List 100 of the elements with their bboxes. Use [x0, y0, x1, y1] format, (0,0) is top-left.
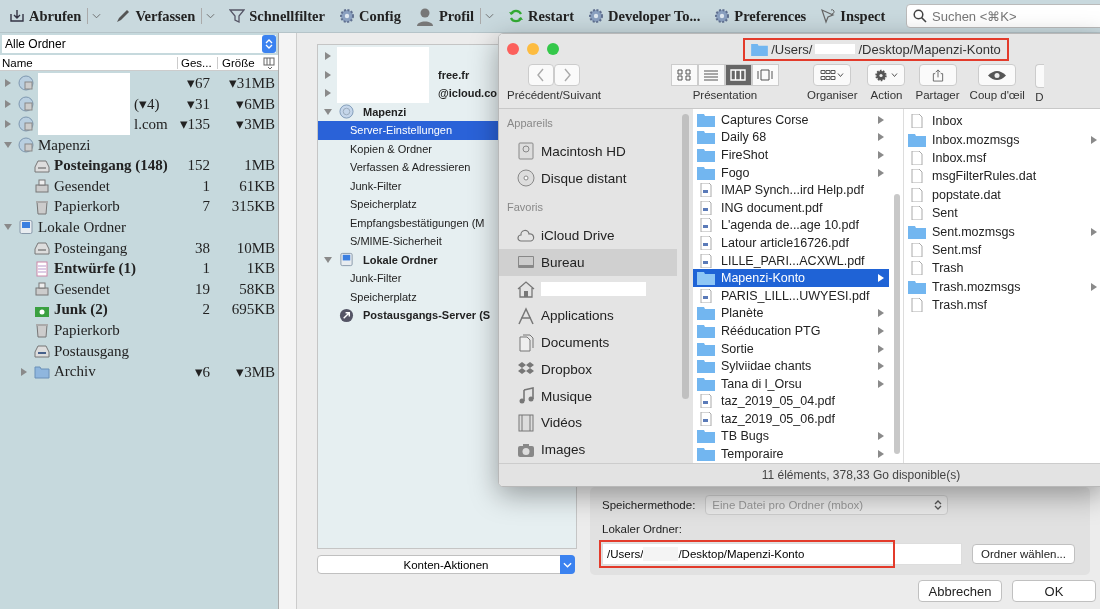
file-item[interactable]: Planète — [693, 304, 889, 323]
folder-size: ▾31MB — [227, 74, 276, 93]
toolbar-label: Action — [870, 89, 903, 101]
folder-name[interactable]: Papierkorb — [54, 198, 120, 216]
file-item[interactable]: FireShot — [693, 146, 889, 164]
toolbar-button[interactable]: Schnellfilter — [224, 7, 330, 25]
toolbar-button[interactable]: Abrufen — [4, 7, 107, 25]
folder-name[interactable]: l.com — [134, 116, 168, 133]
file-item[interactable]: Trash.msf — [904, 295, 1100, 315]
file-item[interactable]: Temporaire — [693, 445, 889, 463]
file-item[interactable]: Latour article16726.pdf — [693, 234, 889, 252]
file-item[interactable]: Captures Corse — [693, 111, 889, 129]
column-header[interactable]: Name — [0, 56, 177, 69]
file-item[interactable]: Inbox — [904, 112, 1100, 131]
file-item[interactable]: Inbox.msf — [904, 148, 1100, 168]
file-item[interactable]: Sent.mozmsgs — [904, 222, 1100, 241]
file-item[interactable]: Rééducation PTG — [693, 322, 889, 340]
toolbar-label: Présentation — [692, 89, 758, 101]
file-item[interactable]: Daily 68 — [693, 128, 889, 147]
toolbar-button[interactable]: Profil — [409, 6, 500, 26]
total-count: ▾31 — [186, 94, 210, 113]
folder-size: ▾6MB — [235, 94, 276, 113]
total-count: 1 — [201, 177, 210, 195]
file-item[interactable]: Mapenzi-Konto — [693, 269, 889, 287]
folder-name[interactable]: Postausgang — [54, 342, 129, 360]
folder-name[interactable]: (▾4) — [134, 94, 160, 113]
folder-size: 1KB — [245, 260, 276, 278]
sidebar-item[interactable]: Disque distant — [499, 164, 677, 192]
file-item[interactable]: Sent.msf — [904, 240, 1100, 260]
file-item[interactable]: Trash — [904, 259, 1100, 278]
sidebar-item[interactable]: Macintosh HD — [499, 137, 677, 165]
folder-name[interactable]: Posteingang (148) — [54, 157, 168, 175]
account-tree-item[interactable]: free.fr — [318, 65, 576, 84]
sidebar-item[interactable]: Vidéos — [499, 409, 677, 437]
total-count: 1 — [201, 260, 210, 278]
sidebar-heading: Favoris — [507, 201, 545, 216]
file-item[interactable]: msgFilterRules.dat — [904, 167, 1100, 186]
file-item[interactable]: Trash.mozmsgs — [904, 277, 1100, 296]
file-item[interactable]: taz_2019_05_04.pdf — [693, 392, 889, 411]
file-item[interactable]: Tana di l_Orsu — [693, 374, 889, 393]
toolbar-label: Partager — [915, 89, 960, 101]
sidebar-item[interactable]: Applications — [499, 302, 677, 330]
sidebar-item[interactable]: Dropbox — [499, 356, 677, 383]
folder-name[interactable]: Papierkorb — [54, 321, 120, 339]
sidebar-item[interactable]: iCloud Drive — [499, 222, 677, 250]
folder-size: ▾3MB — [235, 362, 276, 381]
toolbar-button[interactable]: Config — [334, 7, 406, 25]
total-count: 38 — [194, 239, 210, 257]
file-item[interactable]: ING document.pdf — [693, 198, 889, 217]
dialog-button[interactable]: OK — [1012, 580, 1096, 602]
toolbar-label: Organiser — [807, 89, 858, 101]
total-count: ▾6 — [193, 362, 210, 381]
folder-name[interactable]: Archiv — [54, 363, 96, 381]
search-field[interactable]: Suchen <⌘K> — [906, 4, 1100, 28]
file-item[interactable]: Inbox.mozmsgs — [904, 130, 1100, 149]
path-field[interactable]: /Users/ /Desktop/Mapenzi-Konto — [602, 543, 962, 565]
file-item[interactable]: TB Bugs — [693, 427, 889, 446]
total-count: ▾67 — [186, 74, 210, 93]
file-item[interactable]: IMAP Synch...ird Help.pdf — [693, 181, 889, 199]
sidebar-item[interactable]: Bureau — [499, 249, 677, 276]
dialog-button[interactable]: Abbrechen — [918, 580, 1002, 602]
toolbar-button[interactable]: Restart — [503, 7, 579, 25]
folder-name[interactable]: Entwürfe (1) — [54, 260, 137, 278]
folder-size: 695KB — [230, 301, 276, 319]
file-item[interactable]: Fogo — [693, 163, 889, 182]
toolbar-label: D — [1035, 91, 1044, 103]
file-item[interactable]: Sylviidae chants — [693, 357, 889, 375]
toolbar-label: Précédent/Suivant — [507, 89, 601, 101]
sidebar-item[interactable]: Documents — [499, 329, 677, 357]
file-item[interactable]: taz_2019_05_06.pdf — [693, 410, 889, 428]
file-item[interactable]: L'agenda de...age 10.pdf — [693, 216, 889, 235]
file-item[interactable]: Sortie — [693, 339, 889, 358]
window-title: /Desktop/Mapenzi-Konto — [858, 41, 1001, 57]
file-item[interactable]: Sent — [904, 203, 1100, 223]
folder-name[interactable]: Posteingang — [54, 239, 128, 257]
toolbar-button[interactable]: Verfassen — [110, 7, 221, 25]
toolbar-button[interactable]: Preferences — [709, 7, 812, 25]
folder-name[interactable]: Gesendet — [54, 177, 110, 195]
folder-size: 10MB — [235, 239, 276, 257]
column-header[interactable]: Ges... — [177, 56, 217, 69]
column-header[interactable]: Größe — [217, 56, 260, 69]
folder-size: 1MB — [243, 157, 276, 175]
file-item[interactable]: popstate.dat — [904, 185, 1100, 204]
folder-size: 58KB — [238, 280, 276, 298]
toolbar-button[interactable]: Developer To... — [582, 7, 706, 25]
folder-name[interactable]: Junk (2) — [54, 301, 108, 319]
toolbar-label: Coup d'œil — [969, 89, 1025, 101]
account-actions-dropdown[interactable]: Konten-Aktionen — [317, 555, 575, 574]
storage-label: Speichermethode: — [602, 499, 696, 511]
toolbar-button[interactable]: Inspect — [815, 7, 891, 25]
choose-folder-button[interactable]: Ordner wählen... — [972, 544, 1075, 564]
sidebar-item[interactable]: Musique — [499, 382, 677, 410]
folder-name[interactable]: Lokale Ordner — [38, 218, 126, 236]
sidebar-item[interactable]: Images — [499, 436, 677, 463]
folder-name[interactable]: Mapenzi — [38, 136, 91, 154]
file-item[interactable]: PARIS_LILL...UWYESI.pdf — [693, 286, 889, 305]
file-item[interactable]: LILLE_PARI...ACXWL.pdf — [693, 251, 889, 270]
folder-scope-select[interactable]: Alle Ordner — [2, 35, 276, 53]
folder-name[interactable]: Gesendet — [54, 280, 110, 298]
total-count: 7 — [201, 198, 210, 216]
